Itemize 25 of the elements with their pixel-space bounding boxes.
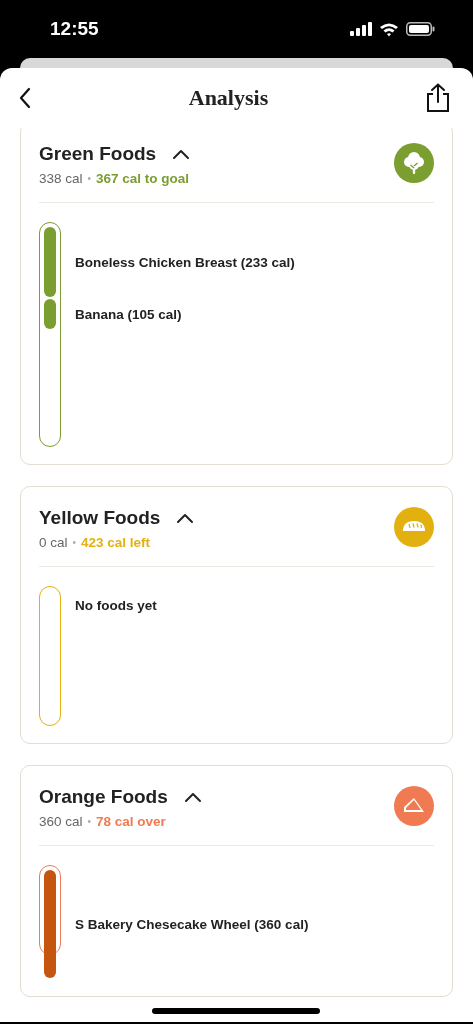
- share-icon: [425, 83, 451, 113]
- page-title: Analysis: [188, 85, 269, 111]
- calorie-remaining: 78 cal over: [96, 814, 166, 829]
- calorie-total: 360 cal: [39, 814, 83, 829]
- signal-icon: [350, 22, 372, 36]
- status-time: 12:55: [50, 18, 99, 40]
- separator-dot: •: [87, 816, 92, 827]
- food-item[interactable]: Banana (105 cal): [75, 306, 182, 322]
- wifi-icon: [379, 21, 399, 37]
- battery-icon: [406, 22, 435, 36]
- category-name: Green Foods: [39, 143, 157, 165]
- empty-message: No foods yet: [75, 597, 157, 613]
- category-name: Yellow Foods: [39, 507, 161, 529]
- calorie-total: 0 cal: [39, 535, 68, 550]
- separator-dot: •: [87, 173, 92, 184]
- calorie-fill: [43, 299, 56, 329]
- calorie-remaining: 423 cal left: [81, 535, 151, 550]
- category-name: Orange Foods: [39, 786, 168, 808]
- separator-dot: •: [72, 537, 77, 548]
- back-icon: [18, 87, 32, 109]
- calorie-fill: [43, 227, 56, 297]
- calorie-remaining: 367 cal to goal: [96, 171, 190, 186]
- food-item[interactable]: Boneless Chicken Breast (233 cal): [75, 254, 295, 270]
- food-item[interactable]: S Bakery Chesecake Wheel (360 cal): [75, 916, 309, 932]
- calorie-total: 338 cal: [39, 171, 83, 186]
